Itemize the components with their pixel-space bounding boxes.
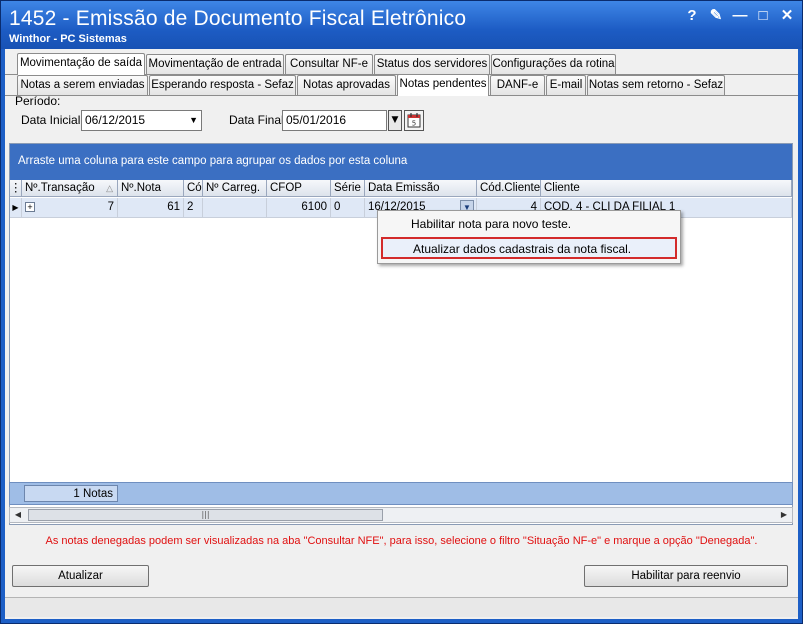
group-by-hint: Arraste uma coluna para este campo para … — [18, 155, 408, 167]
table-row-carreg[interactable] — [203, 198, 267, 218]
table-row-nota[interactable]: 61 — [118, 198, 184, 218]
minimize-icon[interactable]: — — [731, 7, 749, 25]
tab-danfe[interactable]: DANF-e — [490, 75, 545, 95]
enable-resend-button[interactable]: Habilitar para reenvio — [584, 565, 788, 587]
start-date-label: Data Inicial — [21, 113, 81, 127]
tab-movimentacao-entrada[interactable]: Movimentação de entrada — [146, 54, 284, 74]
period-label: Período: — [15, 94, 61, 108]
column-header-cod-cliente[interactable]: Cód.Cliente — [477, 180, 541, 197]
tab-configuracoes-rotina[interactable]: Configurações da rotina — [491, 54, 616, 74]
column-header-transacao-label: Nº.Transação — [25, 182, 95, 194]
main-tabs: Movimentação de saída Movimentação de en… — [5, 53, 798, 75]
column-header-carreg[interactable]: Nº Carreg. — [203, 180, 267, 197]
column-header-data-emissao[interactable]: Data Emissão — [365, 180, 477, 197]
sort-asc-icon: △ — [106, 183, 113, 193]
end-date-label: Data Final — [229, 113, 284, 127]
tab-notas-sem-retorno[interactable]: Notas sem retorno - Sefaz — [587, 75, 725, 95]
window-title: 1452 - Emissão de Documento Fiscal Eletr… — [9, 7, 467, 30]
status-bar — [5, 597, 798, 617]
chevron-down-icon[interactable]: ▼ — [189, 111, 198, 130]
start-date-field[interactable]: 06/12/2015 ▼ — [81, 110, 202, 131]
tab-notas-aprovadas[interactable]: Notas aprovadas — [297, 75, 396, 95]
tab-esperando-resposta[interactable]: Esperando resposta - Sefaz — [149, 75, 296, 95]
row-indicator-icon: ▶ — [10, 198, 22, 218]
refresh-button[interactable]: Atualizar — [12, 565, 149, 587]
grid-column-chooser-icon[interactable]: ⋮ — [10, 180, 22, 197]
tab-notas-enviadas[interactable]: Notas a serem enviadas — [17, 75, 148, 95]
menu-item-habilitar-teste[interactable]: Habilitar nota para novo teste. — [381, 214, 677, 236]
table-row-transacao[interactable]: + 7 — [22, 198, 118, 218]
context-menu: Habilitar nota para novo teste. Atualiza… — [377, 210, 681, 264]
client-area: Movimentação de saída Movimentação de en… — [5, 49, 798, 619]
denied-notes-notice: As notas denegadas podem ser visualizada… — [45, 535, 758, 547]
edit-icon[interactable]: ✎ — [707, 7, 725, 25]
notes-count: 1 Notas — [24, 485, 118, 502]
help-icon[interactable]: ? — [683, 7, 701, 25]
horizontal-scrollbar[interactable]: ◀ ||| ▶ — [9, 507, 793, 523]
table-row-cod[interactable]: 2 — [184, 198, 203, 218]
scroll-left-icon[interactable]: ◀ — [11, 509, 25, 521]
tab-email[interactable]: E-mail — [546, 75, 586, 95]
start-date-value: 06/12/2015 — [85, 113, 146, 127]
end-date-field[interactable]: 05/01/2016 — [282, 110, 387, 131]
group-by-bar[interactable]: Arraste uma coluna para este campo para … — [10, 144, 792, 180]
scrollbar-thumb[interactable]: ||| — [28, 509, 383, 521]
column-header-cliente[interactable]: Cliente — [541, 180, 792, 197]
grid-footer: 1 Notas — [9, 482, 793, 505]
calendar-icon[interactable]: 5 — [404, 110, 424, 131]
transacao-value: 7 — [107, 201, 114, 213]
column-header-transacao[interactable]: Nº.Transação △ — [22, 180, 118, 197]
app-window: 1452 - Emissão de Documento Fiscal Eletr… — [0, 0, 803, 624]
column-header-nota[interactable]: Nº.Nota — [118, 180, 184, 197]
expand-row-icon[interactable]: + — [25, 202, 35, 212]
pending-notes-grid[interactable]: Arraste uma coluna para este campo para … — [9, 143, 793, 525]
column-header-cfop[interactable]: CFOP — [267, 180, 331, 197]
end-date-value: 05/01/2016 — [286, 113, 347, 127]
svg-text:5: 5 — [412, 120, 416, 128]
tab-notas-pendentes[interactable]: Notas pendentes — [397, 74, 489, 96]
scroll-right-icon[interactable]: ▶ — [777, 509, 791, 521]
end-date-dropdown-icon[interactable]: ▼ — [388, 110, 402, 131]
table-row-serie[interactable]: 0 — [331, 198, 365, 218]
tab-consultar-nfe[interactable]: Consultar NF-e — [285, 54, 373, 74]
column-header-cod[interactable]: Cód — [184, 180, 203, 197]
title-bar[interactable]: 1452 - Emissão de Documento Fiscal Eletr… — [1, 1, 802, 49]
tab-status-servidores[interactable]: Status dos servidores — [374, 54, 490, 74]
menu-item-atualizar-dados[interactable]: Atualizar dados cadastrais da nota fisca… — [381, 237, 677, 259]
close-icon[interactable]: ✕ — [778, 7, 796, 25]
table-row-cfop[interactable]: 6100 — [267, 198, 331, 218]
window-subtitle: Winthor - PC Sistemas — [9, 33, 127, 45]
tab-movimentacao-saida[interactable]: Movimentação de saída — [17, 53, 145, 75]
column-header-serie[interactable]: Série — [331, 180, 365, 197]
maximize-icon[interactable]: □ — [754, 7, 772, 25]
sub-tabs: Notas a serem enviadas Esperando respost… — [5, 74, 798, 96]
